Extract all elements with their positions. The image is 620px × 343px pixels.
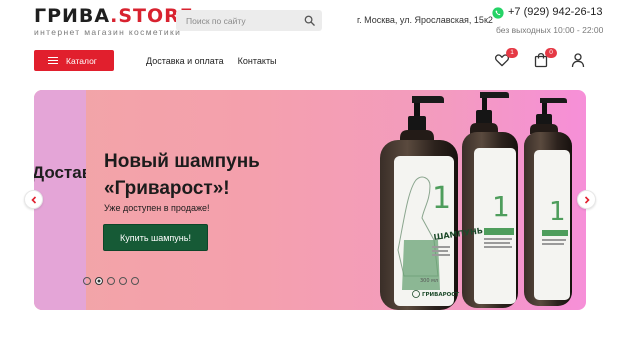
nav-delivery[interactable]: Доставка и оплата [146, 56, 224, 66]
slider-dot-4[interactable] [119, 277, 127, 285]
store-address: г. Москва, ул. Ярославская, 15к2 [357, 15, 493, 25]
chevron-left-icon [30, 195, 36, 204]
bottle-number-middle: 1 [492, 190, 510, 223]
logo[interactable]: ГРИВА.STORE интернет магазин косметики [34, 5, 194, 37]
slider-dots [83, 277, 139, 285]
chevron-right-icon [584, 195, 590, 204]
search-input[interactable] [176, 10, 296, 31]
bottle-number: 1 [549, 197, 566, 227]
product-brand: ГРИВАРОСТ [422, 292, 459, 298]
catalog-button-label: Каталог [66, 55, 97, 66]
product-volume: 300 мл [420, 278, 438, 284]
bottle-back-middle: 1 [462, 92, 518, 308]
bottle-number-front: 1 [432, 181, 451, 216]
logo-wordmark: ГРИВА.STORE [34, 5, 194, 27]
hero-slider: Доставка Новый шампунь «Гриварост»! Уже … [34, 90, 586, 310]
slider-dot-2[interactable] [95, 277, 103, 285]
bottle-back-right: 1 [524, 98, 572, 306]
hero-title-line-2: «Гриварост»! [104, 178, 230, 199]
buy-shampoo-button[interactable]: Купить шампунь! [103, 224, 208, 251]
hero-title-line-1: Новый шампунь [104, 151, 260, 172]
search-box [176, 10, 322, 31]
catalog-button[interactable]: Каталог [34, 50, 114, 71]
slider-dot-5[interactable] [131, 277, 139, 285]
hero-subtitle: Уже доступен в продаже! [104, 203, 210, 213]
previous-slide-title: Доставка [34, 163, 86, 182]
slider-dot-3[interactable] [107, 277, 115, 285]
slider-dot-1[interactable] [83, 277, 91, 285]
slider-next-button[interactable] [577, 190, 596, 209]
favorites-count-badge: 1 [506, 48, 518, 58]
hero-title: Новый шампунь «Гриварост»! [104, 148, 260, 202]
working-hours: без выходных 10:00 - 22:00 [496, 25, 604, 35]
shampoo-bottles-image: 1 1 1 ШАМПУНЬ 300 мл ГРИВАРОСТ [380, 92, 572, 310]
whatsapp-icon[interactable] [492, 7, 504, 19]
menu-icon [48, 56, 58, 65]
phone-number[interactable]: +7 (929) 942-26-13 [508, 6, 602, 18]
main-nav: Доставка и оплата Контакты [146, 56, 277, 66]
search-icon[interactable] [304, 15, 315, 26]
cart-count-badge: 0 [545, 48, 557, 58]
user-icon[interactable] [570, 52, 586, 68]
nav-contacts[interactable]: Контакты [238, 56, 277, 66]
logo-tagline: интернет магазин косметики [34, 27, 182, 37]
slider-prev-button[interactable] [24, 190, 43, 209]
